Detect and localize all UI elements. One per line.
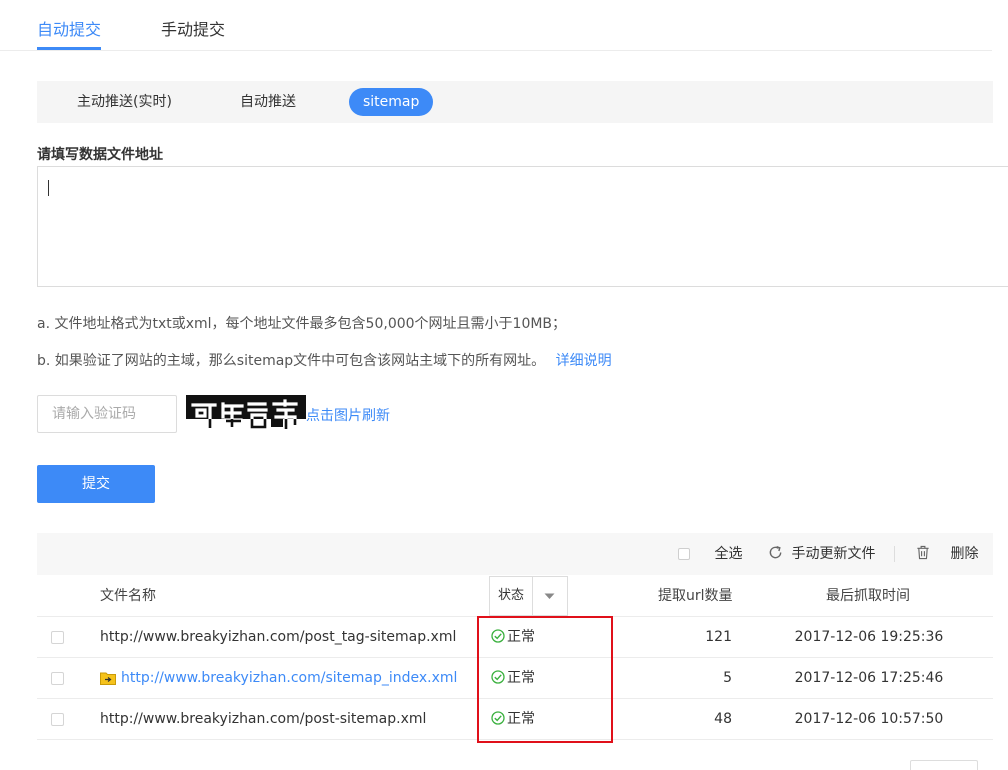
row-checkbox[interactable] [51, 713, 64, 726]
delete-label: 删除 [950, 546, 979, 562]
select-all-control[interactable]: 全选 [678, 533, 742, 575]
captcha-refresh-link[interactable]: 点击图片刷新 [306, 405, 390, 425]
row-checkbox[interactable] [51, 631, 64, 644]
sitemap-index-icon [100, 672, 116, 685]
tab-auto-submit[interactable]: 自动提交 [37, 16, 101, 40]
file-name: http://www.breakyizhan.com/post_tag-site… [100, 629, 457, 645]
tab-manual-submit[interactable]: 手动提交 [161, 16, 225, 40]
submit-button[interactable]: 提交 [37, 465, 155, 503]
last-crawl-time: 2017-12-06 19:25:36 [794, 629, 944, 645]
text-caret [48, 180, 49, 196]
file-name: http://www.breakyizhan.com/post-sitemap.… [100, 711, 427, 727]
row-checkbox[interactable] [51, 672, 64, 685]
last-crawl-time: 2017-12-06 10:57:50 [794, 711, 944, 727]
refresh-icon [769, 546, 782, 559]
url-count: 48 [714, 711, 732, 727]
refresh-files-button[interactable]: 手动更新文件 [768, 533, 875, 575]
url-count: 5 [723, 670, 732, 686]
select-all-checkbox[interactable] [678, 548, 690, 560]
subtab-sitemap[interactable]: sitemap [349, 88, 434, 116]
table-toolbar: 全选 手动更新文件 删除 [37, 533, 993, 575]
trash-icon [917, 545, 929, 560]
last-crawl-time: 2017-12-06 17:25:46 [794, 670, 944, 686]
hint-a: a. 文件地址格式为txt或xml，每个地址文件最多包含50,000个网址且需小… [37, 316, 567, 332]
hint-b-row: b. 如果验证了网站的主域，那么sitemap文件中可包含该网站主域下的所有网址… [37, 350, 612, 370]
column-header-count: 提取url数量 [658, 588, 733, 604]
url-count: 121 [705, 629, 732, 645]
details-link[interactable]: 详细说明 [556, 353, 612, 369]
select-all-label: 全选 [714, 546, 743, 562]
subtab-active-push[interactable]: 主动推送(实时) [77, 88, 172, 116]
pagination-control[interactable] [910, 760, 978, 770]
sub-tab-bar: 主动推送(实时) 自动推送 sitemap [37, 81, 993, 123]
column-header-status: 状态 [489, 576, 533, 616]
sitemap-url-textarea[interactable] [37, 166, 1008, 287]
captcha-image[interactable] [186, 395, 306, 433]
captcha-input[interactable]: 请输入验证码 [37, 395, 177, 433]
column-header-file: 文件名称 [100, 588, 156, 604]
toolbar-divider [894, 546, 895, 562]
status-highlight-box [477, 616, 613, 743]
status-filter-dropdown[interactable] [533, 576, 568, 616]
top-tab-bar: 自动提交 手动提交 [0, 0, 992, 51]
hint-b: b. 如果验证了网站的主域，那么sitemap文件中可包含该网站主域下的所有网址… [37, 353, 546, 369]
sitemap-index-link[interactable]: http://www.breakyizhan.com/sitemap_index… [121, 658, 457, 698]
delete-button[interactable]: 删除 [916, 533, 978, 575]
active-tab-indicator [37, 47, 101, 50]
refresh-files-label: 手动更新文件 [791, 546, 876, 562]
section-label: 请填写数据文件地址 [37, 147, 163, 163]
caret-down-icon [544, 593, 555, 599]
column-header-time: 最后抓取时间 [826, 588, 910, 604]
subtab-auto-push[interactable]: 自动推送 [240, 88, 296, 116]
